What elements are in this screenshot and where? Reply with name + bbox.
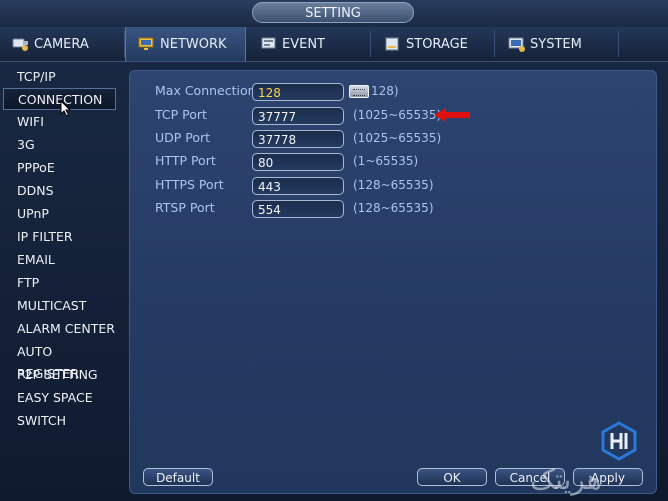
udp-port-range: (1025~65535) bbox=[353, 131, 442, 145]
tab-camera-label: CAMERA bbox=[34, 36, 89, 52]
https-port-range: (128~65535) bbox=[353, 178, 434, 192]
menu-item-3g[interactable]: 3G bbox=[3, 134, 116, 156]
tab-divider bbox=[370, 31, 371, 57]
event-icon bbox=[260, 36, 278, 52]
brand-logo-icon bbox=[601, 421, 637, 461]
tab-camera[interactable]: CAMERA bbox=[12, 27, 122, 61]
max-connection-range: 128) bbox=[371, 84, 399, 98]
ok-button[interactable]: OK bbox=[417, 468, 487, 486]
main-tab-bar: CAMERA NETWORK EVENT STORAGE SYSTEM bbox=[0, 27, 668, 62]
tab-event[interactable]: EVENT bbox=[260, 27, 370, 61]
red-arrow-icon bbox=[434, 108, 470, 122]
menu-item-upnp[interactable]: UPnP bbox=[3, 203, 116, 225]
connection-settings-panel: Max Connection 128 128) TCP Port 37777 (… bbox=[129, 70, 657, 496]
tab-storage-label: STORAGE bbox=[406, 36, 468, 52]
rtsp-port-input[interactable]: 554 bbox=[252, 200, 344, 218]
system-icon bbox=[508, 36, 526, 52]
udp-port-input[interactable]: 37778 bbox=[252, 130, 344, 148]
menu-item-pppoe[interactable]: PPPoE bbox=[3, 157, 116, 179]
tab-system-label: SYSTEM bbox=[530, 36, 582, 52]
storage-icon bbox=[384, 36, 402, 52]
https-port-input[interactable]: 443 bbox=[252, 177, 344, 195]
max-connection-input[interactable]: 128 bbox=[252, 83, 344, 101]
keyboard-icon[interactable] bbox=[349, 85, 369, 98]
dvr-setting-screen: SETTING CAMERA NETWORK EVENT STORAGE SYS… bbox=[0, 0, 668, 501]
tab-system[interactable]: SYSTEM bbox=[508, 27, 618, 61]
tcp-port-range: (1025~65535) bbox=[353, 108, 442, 122]
menu-item-email[interactable]: EMAIL bbox=[3, 249, 116, 271]
tab-storage[interactable]: STORAGE bbox=[384, 27, 494, 61]
tcp-port-input[interactable]: 37777 bbox=[252, 107, 344, 125]
title-bar: SETTING bbox=[0, 0, 668, 27]
menu-item-multicast[interactable]: MULTICAST bbox=[3, 295, 116, 317]
menu-item-p2p-setting[interactable]: P2P SETTING bbox=[3, 364, 116, 386]
camera-icon bbox=[12, 36, 30, 52]
max-connection-label: Max Connection bbox=[155, 83, 256, 98]
http-port-range: (1~65535) bbox=[353, 154, 419, 168]
menu-item-easy-space[interactable]: EASY SPACE bbox=[3, 387, 116, 409]
default-button[interactable]: Default bbox=[143, 468, 213, 486]
tcp-port-label: TCP Port bbox=[155, 107, 207, 122]
rtsp-port-label: RTSP Port bbox=[155, 200, 215, 215]
tab-divider bbox=[618, 31, 619, 57]
menu-item-auto-register[interactable]: AUTO REGISTER bbox=[3, 341, 116, 381]
tab-network-label: NETWORK bbox=[160, 36, 227, 52]
watermark-text: هریتک bbox=[530, 463, 602, 496]
http-port-label: HTTP Port bbox=[155, 153, 216, 168]
https-port-label: HTTPS Port bbox=[155, 177, 224, 192]
menu-item-tcpip[interactable]: TCP/IP bbox=[3, 66, 116, 88]
udp-port-label: UDP Port bbox=[155, 130, 211, 145]
menu-item-alarm-center[interactable]: ALARM CENTER bbox=[3, 318, 116, 340]
network-icon bbox=[138, 36, 156, 52]
window-title: SETTING bbox=[252, 2, 414, 23]
rtsp-port-range: (128~65535) bbox=[353, 201, 434, 215]
tab-event-label: EVENT bbox=[282, 36, 325, 52]
tab-network[interactable]: NETWORK bbox=[125, 27, 246, 61]
network-side-menu: TCP/IP CONNECTION WIFI 3G PPPoE DDNS UPn… bbox=[0, 64, 125, 501]
menu-item-ftp[interactable]: FTP bbox=[3, 272, 116, 294]
tab-divider bbox=[494, 31, 495, 57]
http-port-input[interactable]: 80 bbox=[252, 153, 344, 171]
menu-item-switch[interactable]: SWITCH bbox=[3, 410, 116, 432]
menu-item-ip-filter[interactable]: IP FILTER bbox=[3, 226, 116, 248]
menu-item-ddns[interactable]: DDNS bbox=[3, 180, 116, 202]
mouse-cursor-icon bbox=[60, 100, 72, 117]
